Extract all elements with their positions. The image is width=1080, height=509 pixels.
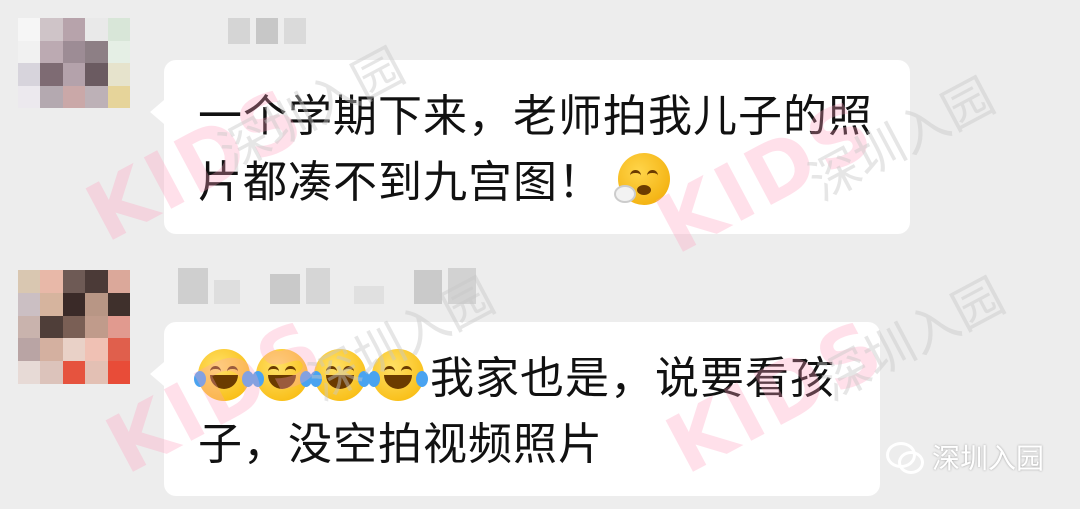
joy-emoji bbox=[252, 349, 312, 401]
message-text-line: 我家也是，说要看孩 bbox=[194, 346, 846, 412]
source-label: 深圳入园 bbox=[931, 442, 1044, 475]
avatar[interactable] bbox=[18, 270, 130, 384]
message-text-line: 一个学期下来，老师拍我儿子的照 bbox=[198, 91, 873, 142]
joy-emoji bbox=[368, 349, 428, 401]
message-bubble[interactable]: 我家也是，说要看孩 子，没空拍视频照片 bbox=[150, 322, 880, 496]
source-brand: 深圳入园 bbox=[885, 437, 1044, 477]
sender-name-blurred bbox=[228, 18, 306, 44]
joy-emoji bbox=[194, 349, 254, 401]
sleepy-face-emoji bbox=[614, 153, 670, 205]
avatar[interactable] bbox=[18, 18, 130, 108]
message-bubble[interactable]: 一个学期下来，老师拍我儿子的照 片都凑不到九宫图！ bbox=[150, 60, 910, 234]
message-text-line: 片都凑不到九宫图！ bbox=[198, 150, 876, 216]
message-text-line: 子，没空拍视频照片 bbox=[198, 419, 603, 470]
joy-emoji bbox=[310, 349, 370, 401]
sender-name-blurred bbox=[178, 268, 476, 304]
wechat-icon bbox=[885, 442, 924, 474]
